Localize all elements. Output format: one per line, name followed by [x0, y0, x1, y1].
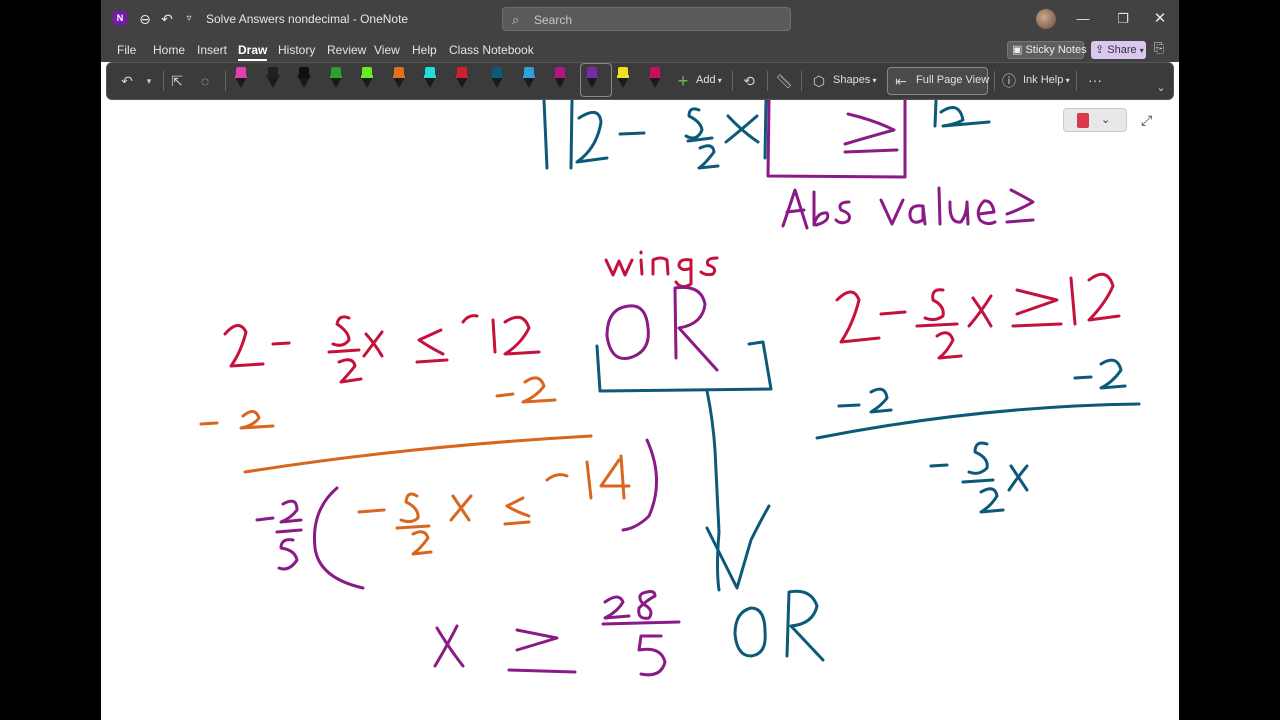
ink-top-geq-box — [766, 100, 907, 179]
pen-band — [491, 75, 503, 78]
pen-band — [455, 75, 468, 78]
pen-pen-red-icon[interactable] — [454, 67, 469, 93]
tab-class-notebook[interactable]: Class Notebook — [449, 43, 534, 57]
shapes-button[interactable]: Shapes ▾ — [833, 74, 877, 86]
pen-pen-black-icon[interactable] — [297, 67, 311, 93]
pen-pen-orange-icon[interactable] — [391, 67, 406, 93]
pen-pen-magenta-icon[interactable] — [553, 67, 567, 93]
minimize-button[interactable]: — — [1069, 9, 1097, 29]
more-options-button[interactable]: ··· — [1088, 72, 1102, 88]
shapes-icon[interactable]: ⬡ — [809, 71, 829, 91]
ink-help-button[interactable]: Ink Help ▾ — [1023, 74, 1070, 86]
pen-band — [235, 75, 247, 78]
full-page-view-icon: ⇤ — [895, 73, 907, 89]
pen-pen-teal-selected-icon[interactable] — [490, 67, 504, 93]
ink-final-left — [433, 590, 681, 677]
ink-left-inequality — [223, 314, 541, 384]
tab-draw[interactable]: Draw — [238, 43, 268, 61]
close-button[interactable]: ✕ — [1146, 9, 1174, 29]
pen-band — [298, 75, 310, 78]
tab-home[interactable]: Home — [153, 43, 185, 57]
pen-band — [648, 75, 661, 78]
pen-pen-lightblue-icon[interactable] — [521, 67, 536, 93]
selected-pen-frame — [580, 63, 612, 97]
collapse-ribbon-icon[interactable]: ⌄ — [1151, 78, 1171, 98]
pen-band — [392, 75, 405, 78]
pen-pen-green-icon[interactable] — [328, 67, 343, 93]
ink-top-abs-expression — [542, 100, 991, 170]
sticky-notes-icon: ▣ — [1012, 44, 1023, 56]
ink-right-inequality — [835, 272, 1121, 360]
pen-highlighter-yellow-icon[interactable] — [616, 67, 630, 93]
pen-band — [617, 75, 629, 78]
pen-band — [554, 75, 566, 78]
undo-dropdown-icon[interactable]: ▾ — [139, 71, 159, 91]
add-pen-icon[interactable]: + — [673, 71, 693, 91]
tab-file[interactable]: File — [117, 43, 136, 57]
title-bar: N ⊖ ↶ ▿ Solve Answers nondecimal - OneNo… — [101, 0, 1179, 38]
share-icon: ⇪ — [1095, 44, 1105, 56]
ruler-icon[interactable]: 📏︎ — [774, 71, 794, 91]
share-label: Share — [1107, 44, 1137, 56]
ink-to-shape-icon[interactable]: ⟲ — [739, 71, 759, 91]
ribbon-divider — [801, 71, 802, 91]
restore-button[interactable]: ❐ — [1109, 9, 1137, 29]
pen-band — [361, 75, 373, 78]
help-icon[interactable]: ⓘ — [999, 71, 1019, 91]
ink-abs-value-caption — [781, 186, 1035, 230]
ink-canvas[interactable] — [101, 100, 1179, 720]
chevron-down-icon: ▾ — [1139, 46, 1144, 55]
sticky-notes-button[interactable]: ▣ Sticky Notes — [1007, 41, 1087, 59]
full-page-view-label: Full Page View — [916, 74, 990, 86]
search-input[interactable]: ⌕ Search — [502, 7, 791, 31]
ribbon-divider — [163, 71, 164, 91]
ribbon-divider — [767, 71, 768, 91]
select-objects-icon[interactable]: ⇱ — [167, 71, 187, 91]
ink-or-large — [605, 285, 719, 372]
tab-review[interactable]: Review — [327, 43, 366, 57]
pen-band — [424, 75, 436, 78]
ink-wings-label — [604, 250, 719, 289]
pen-highlighter-lime-icon[interactable] — [360, 67, 374, 93]
pen-highlighter-cyan-icon[interactable] — [423, 67, 437, 93]
user-avatar[interactable] — [1036, 9, 1056, 29]
search-icon: ⌕ — [512, 12, 520, 27]
pen-band — [522, 75, 535, 78]
pen-pencil-black-icon[interactable] — [265, 67, 280, 93]
ribbon-divider — [1076, 71, 1077, 91]
undo-icon[interactable]: ↶ — [157, 9, 177, 29]
pen-band — [266, 75, 279, 78]
tab-view[interactable]: View — [374, 43, 400, 57]
share-button[interactable]: ⇪ Share ▾ — [1091, 41, 1146, 59]
ribbon-divider — [994, 71, 995, 91]
window-title: Solve Answers nondecimal - OneNote — [206, 12, 409, 26]
tab-help[interactable]: Help — [412, 43, 437, 57]
onenote-window: N ⊖ ↶ ▿ Solve Answers nondecimal - OneNo… — [101, 0, 1179, 720]
ink-final-or — [733, 589, 825, 662]
search-placeholder: Search — [534, 13, 573, 27]
sticky-notes-label: Sticky Notes — [1025, 44, 1087, 56]
ribbon-divider — [732, 71, 733, 91]
tab-insert[interactable]: Insert — [197, 43, 227, 57]
ink-left-result — [357, 454, 631, 556]
add-pen-label[interactable]: Add ▾ — [696, 74, 722, 86]
ink-right-subtract — [815, 358, 1141, 514]
ribbon-divider — [225, 71, 226, 91]
pen-band — [329, 75, 342, 78]
tab-history[interactable]: History — [278, 43, 315, 57]
lasso-select-icon[interactable]: ◌ — [195, 71, 215, 91]
pen-pen-crimson-icon[interactable] — [647, 67, 662, 93]
onenote-logo-icon: N — [113, 11, 127, 25]
undo-ribbon-icon[interactable]: ↶ — [117, 71, 137, 91]
customize-quick-access-icon[interactable]: ▿ — [179, 9, 199, 29]
back-icon[interactable]: ⊖ — [135, 9, 155, 29]
ink-left-subtract — [199, 376, 593, 474]
feedback-icon[interactable]: ⎘ — [1154, 40, 1164, 56]
pen-highlighter-pink-icon[interactable] — [234, 67, 248, 93]
